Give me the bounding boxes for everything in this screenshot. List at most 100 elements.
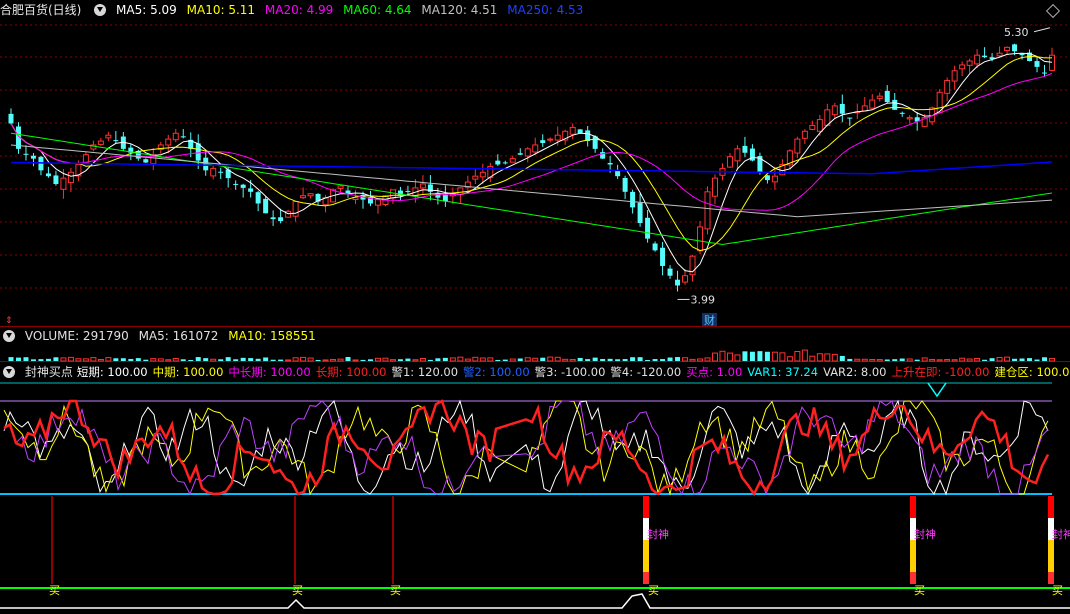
candle-body (839, 103, 845, 114)
candle-body (270, 217, 276, 220)
volume-bar (1049, 357, 1055, 362)
volume-bar (779, 352, 786, 362)
volume-bar (607, 358, 613, 361)
candle-body (645, 217, 651, 239)
fengshen-label: 封神 (1052, 527, 1070, 541)
volume-bar (90, 357, 97, 362)
fengshen-bar (910, 540, 916, 572)
high-price-label: 5.30 (1004, 26, 1029, 39)
volume-bar (218, 359, 224, 361)
volume-bar (951, 359, 958, 362)
candle-body (45, 173, 51, 177)
candle-body (405, 190, 411, 192)
volume-bar (876, 359, 883, 362)
volume-bar (801, 349, 808, 362)
volume-bar (135, 358, 141, 361)
candle-body (1012, 44, 1018, 52)
volume-bar (442, 357, 448, 361)
candle-body (67, 171, 74, 184)
volume-bar (861, 358, 868, 362)
volume-bar (337, 358, 344, 362)
candle-body (240, 184, 246, 188)
volume-bar (936, 359, 943, 362)
candle-body (809, 124, 816, 130)
candle-body (300, 195, 307, 199)
candle-body (389, 189, 396, 199)
candle-body (495, 160, 501, 165)
volume-bar (592, 357, 598, 361)
volume-bar (60, 357, 67, 362)
fengshen-label: 封神 (647, 527, 669, 541)
candle-body (734, 148, 741, 162)
volume-bar (809, 355, 816, 362)
candle-body (816, 119, 823, 132)
candle-body (97, 140, 104, 145)
buy-label: 买 (390, 584, 401, 597)
candle-body (974, 54, 981, 65)
candle-body (105, 134, 112, 139)
volume-bar (360, 359, 366, 361)
volume-bar (1004, 356, 1011, 362)
volume-bar (157, 358, 164, 362)
volume-bar (831, 353, 838, 362)
candle-body (569, 126, 576, 135)
candle-body (652, 243, 658, 251)
volume-bar (749, 351, 755, 361)
volume-bar (30, 359, 36, 361)
candle-body (113, 140, 119, 142)
volume-bar (113, 358, 119, 361)
candle-body (944, 80, 951, 94)
volume-bar (285, 359, 292, 362)
candle-body (906, 117, 913, 120)
volume-bar (120, 358, 126, 361)
volume-bar (53, 357, 59, 361)
volume-bar (645, 359, 651, 361)
volume-bar (292, 357, 299, 362)
volume-bar (23, 357, 29, 361)
candle-body (884, 90, 890, 103)
candle-body (180, 136, 186, 138)
volume-bar (786, 356, 793, 362)
volume-bar (495, 359, 501, 361)
volume-bar (854, 358, 861, 362)
volume-bar (764, 351, 770, 361)
candle-body (540, 140, 546, 144)
scroll-marker: ⇕ (5, 316, 13, 326)
candle-body (1034, 61, 1040, 67)
buy-label: 买 (292, 584, 303, 597)
volume-bar (577, 357, 583, 361)
volume-bar (165, 359, 172, 362)
volume-bar (195, 357, 201, 361)
candle-body (248, 188, 254, 192)
volume-bar (263, 357, 269, 361)
candle-body (554, 134, 561, 141)
volume-bar (472, 356, 479, 362)
volume-bar (982, 359, 988, 361)
fengshen-bar (910, 572, 916, 584)
buy-label: 买 (49, 584, 60, 597)
volume-bar (300, 356, 307, 362)
candle-body (195, 143, 201, 161)
candle-body (697, 226, 704, 252)
candle-body (285, 210, 292, 218)
volume-bar (757, 351, 763, 361)
volume-bar (974, 357, 981, 362)
volume-bar (172, 357, 179, 362)
candle-body (419, 183, 426, 189)
chart-canvas: 5.30 3.99 财 ⇕ 封神 封神 封神买 买 买 买 买 买 (0, 24, 1070, 609)
volume-bar (921, 357, 928, 362)
fengshen-label: 封神 (914, 527, 936, 541)
volume-bar (255, 358, 261, 361)
candle-body (876, 95, 883, 100)
volume-bar (307, 357, 314, 362)
candle-body (472, 175, 479, 180)
volume-bar (435, 358, 441, 361)
candle-body (577, 129, 583, 134)
fengshen-bar (643, 572, 649, 584)
volume-bar (464, 358, 471, 362)
volume-bar (233, 359, 239, 361)
volume-bar (345, 357, 351, 361)
volume-bar (562, 358, 569, 362)
low-price-label: 3.99 (691, 293, 716, 306)
candle-body (959, 64, 966, 70)
